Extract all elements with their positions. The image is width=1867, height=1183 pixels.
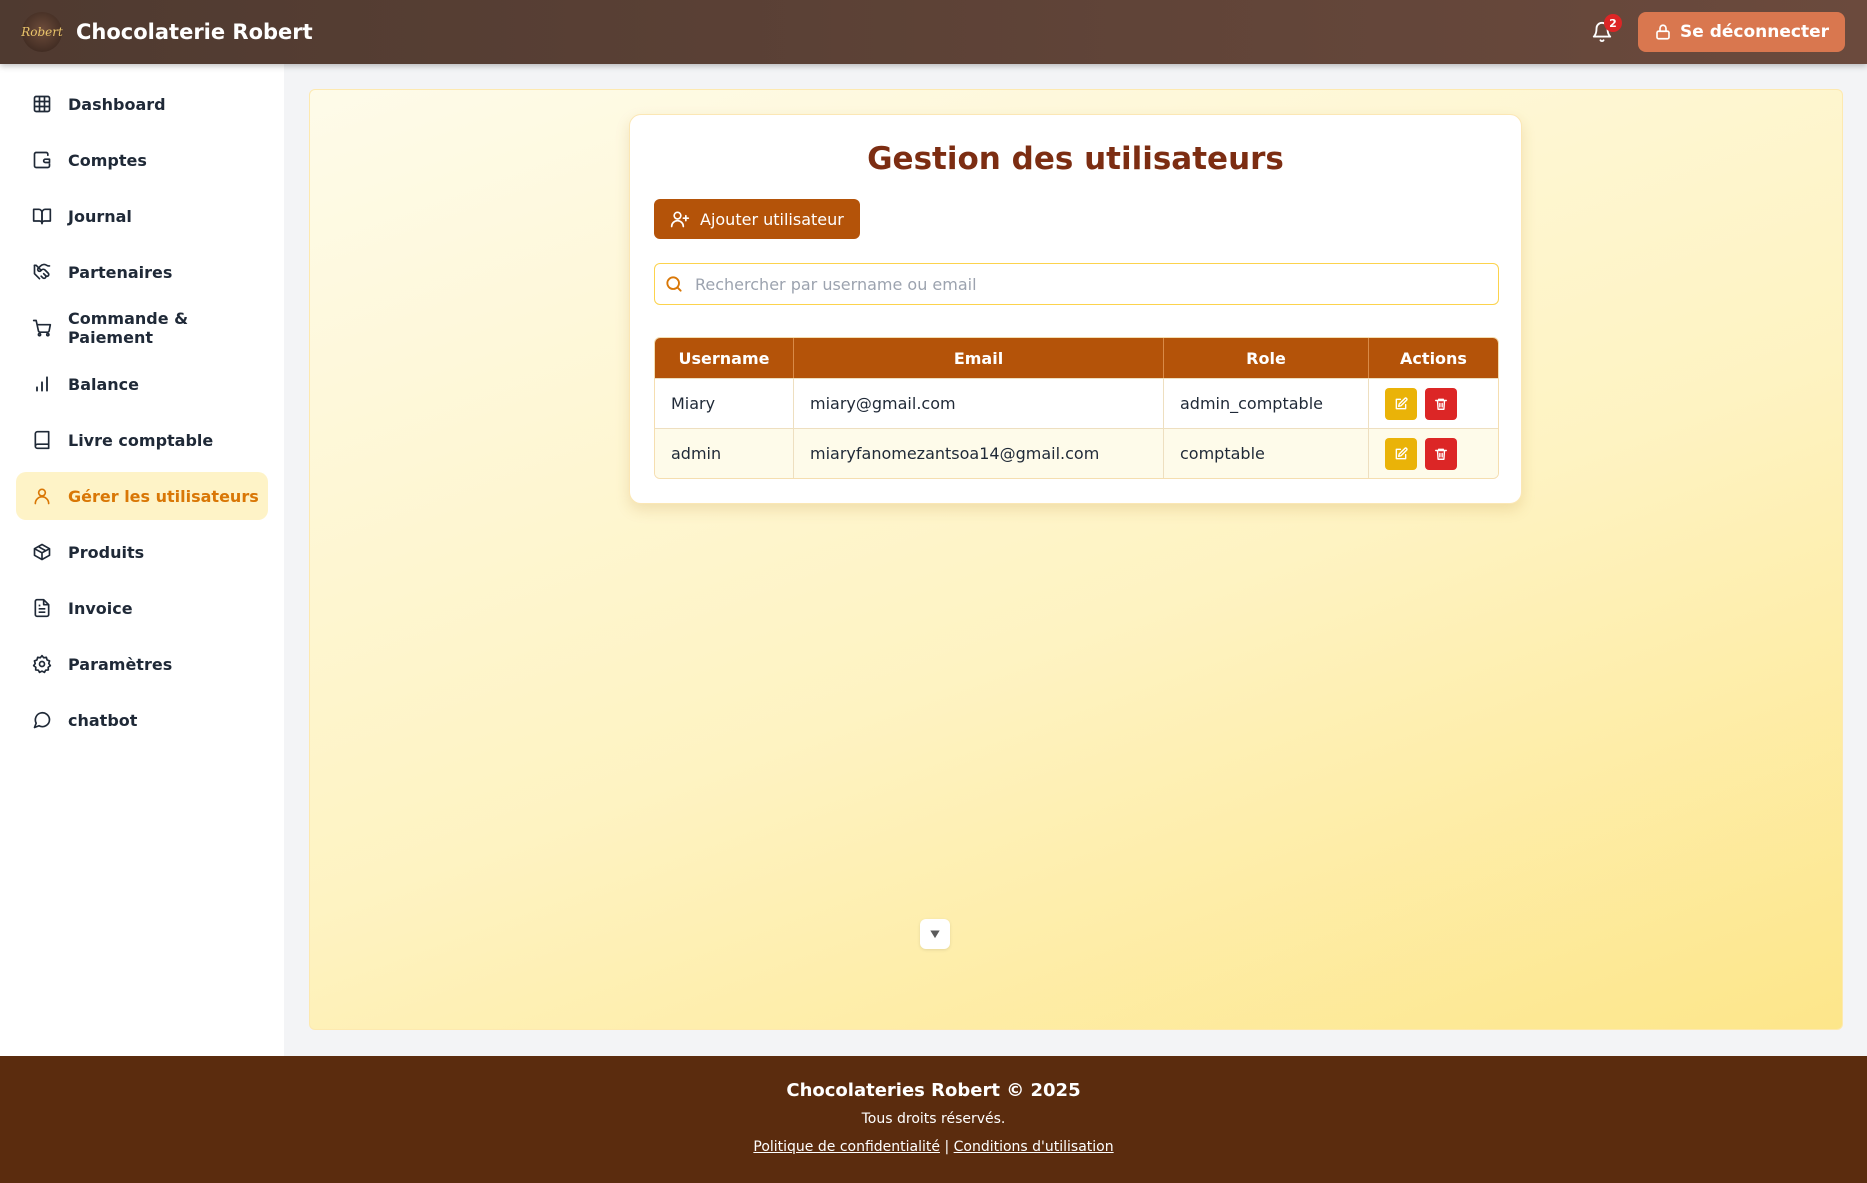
footer-rights: Tous droits réservés. <box>861 1111 1006 1127</box>
username-cell: admin <box>655 428 794 478</box>
sidebar-item-gerer-utilisateurs[interactable]: Gérer les utilisateurs <box>16 472 268 520</box>
sidebar-item-label: Paramètres <box>68 654 173 674</box>
book-open-icon <box>32 208 52 225</box>
column-header-role[interactable]: Role <box>1164 338 1369 378</box>
scroll-down-button[interactable] <box>920 919 950 949</box>
notification-badge: 2 <box>1604 14 1622 32</box>
search-icon <box>666 276 682 292</box>
sidebar-item-partenaires[interactable]: Partenaires <box>16 248 268 296</box>
email-cell: miaryfanomezantsoa14@gmail.com <box>794 428 1164 478</box>
top-bar: Robert Chocolaterie Robert 2 Se déconnec… <box>0 0 1867 64</box>
grid-icon <box>33 95 51 113</box>
role-cell: comptable <box>1164 428 1369 478</box>
logout-label: Se déconnecter <box>1680 22 1829 42</box>
sidebar-item-label: Produits <box>68 542 145 562</box>
sidebar-item-commande-paiement[interactable]: Commande & Paiement <box>16 304 268 352</box>
privacy-policy-link[interactable]: Politique de confidentialité <box>753 1139 940 1155</box>
search-input[interactable] <box>654 263 1499 305</box>
username-cell: Miary <box>655 378 794 428</box>
chevron-down-icon <box>930 930 940 939</box>
logo[interactable]: Robert <box>21 12 63 52</box>
sidebar-item-label: Commande & Paiement <box>68 309 189 347</box>
sidebar-item-journal[interactable]: Journal <box>16 192 268 240</box>
sidebar-item-label: Balance <box>68 374 139 394</box>
user-plus-icon <box>670 211 690 228</box>
sidebar-item-produits[interactable]: Produits <box>16 528 268 576</box>
user-icon <box>34 488 50 505</box>
sidebar-item-chatbot[interactable]: chatbot <box>16 696 268 744</box>
edit-user-button[interactable] <box>1385 387 1417 420</box>
actions-cell <box>1369 428 1498 478</box>
search-bar <box>654 263 1499 305</box>
sidebar-item-label: chatbot <box>68 710 138 730</box>
footer-links: Politique de confidentialité | Condition… <box>0 1139 1867 1155</box>
sidebar-item-label: Invoice <box>68 598 133 618</box>
actions-cell <box>1369 378 1498 428</box>
sidebar: Dashboard Comptes Journal Partenaires Co… <box>0 64 284 1056</box>
column-header-actions: Actions <box>1369 338 1498 378</box>
notifications-button[interactable]: 2 <box>1584 14 1622 50</box>
sidebar-item-livre-comptable[interactable]: Livre comptable <box>16 416 268 464</box>
sidebar-item-label: Journal <box>68 206 132 226</box>
logout-button[interactable]: Se déconnecter <box>1638 12 1845 52</box>
message-circle-icon <box>33 711 51 729</box>
main-panel: Gestion des utilisateurs Ajouter utilisa… <box>309 89 1843 1030</box>
top-bar-actions: 2 Se déconnecter <box>1584 12 1845 52</box>
footer-separator: | <box>944 1139 950 1155</box>
gear-icon <box>32 654 52 674</box>
file-text-icon <box>34 598 50 618</box>
add-user-button[interactable]: Ajouter utilisateur <box>654 199 860 239</box>
user-management-card: Gestion des utilisateurs Ajouter utilisa… <box>629 114 1522 504</box>
table-row: admin miaryfanomezantsoa14@gmail.com com… <box>655 428 1498 478</box>
sidebar-item-label: Livre comptable <box>68 430 214 450</box>
delete-user-button[interactable] <box>1425 387 1457 420</box>
bar-chart-icon <box>36 376 48 392</box>
trash-icon <box>1435 448 1447 460</box>
role-cell: admin_comptable <box>1164 378 1369 428</box>
trash-icon <box>1435 398 1447 410</box>
sidebar-item-invoice[interactable]: Invoice <box>16 584 268 632</box>
edit-icon <box>1395 396 1408 409</box>
row-actions <box>1385 387 1498 420</box>
sidebar-item-label: Partenaires <box>68 262 173 282</box>
email-cell: miary@gmail.com <box>794 378 1164 428</box>
column-header-username[interactable]: Username <box>655 338 794 378</box>
package-icon <box>33 543 51 561</box>
table-row: Miary miary@gmail.com admin_comptable <box>655 378 1498 428</box>
table-header-row: Username Email Role Actions <box>655 338 1498 378</box>
sidebar-item-label: Comptes <box>68 150 147 170</box>
sidebar-item-label: Gérer les utilisateurs <box>68 486 259 506</box>
sidebar-item-comptes[interactable]: Comptes <box>16 136 268 184</box>
handshake-icon <box>33 263 51 280</box>
footer: Chocolateries Robert © 2025 Tous droits … <box>0 1056 1867 1183</box>
footer-title: Chocolateries Robert © 2025 <box>786 1080 1081 1101</box>
book-icon <box>34 430 50 450</box>
users-table: Username Email Role Actions Miary miary@… <box>654 337 1499 479</box>
row-actions <box>1385 437 1498 470</box>
sidebar-item-parametres[interactable]: Paramètres <box>16 640 268 688</box>
sidebar-item-balance[interactable]: Balance <box>16 360 268 408</box>
sidebar-item-dashboard[interactable]: Dashboard <box>16 80 268 128</box>
cart-icon <box>32 319 52 337</box>
edit-user-button[interactable] <box>1385 437 1417 470</box>
terms-of-use-link[interactable]: Conditions d'utilisation <box>954 1139 1114 1155</box>
column-header-email[interactable]: Email <box>794 338 1164 378</box>
lock-icon <box>1656 24 1670 40</box>
sidebar-item-label: Dashboard <box>68 94 166 114</box>
page-title: Gestion des utilisateurs <box>867 141 1284 177</box>
wallet-icon <box>33 151 51 169</box>
app-title: Chocolaterie Robert <box>76 20 313 44</box>
delete-user-button[interactable] <box>1425 437 1457 470</box>
logo-text: Robert <box>21 25 63 39</box>
edit-icon <box>1395 446 1408 459</box>
add-user-label: Ajouter utilisateur <box>700 209 844 229</box>
